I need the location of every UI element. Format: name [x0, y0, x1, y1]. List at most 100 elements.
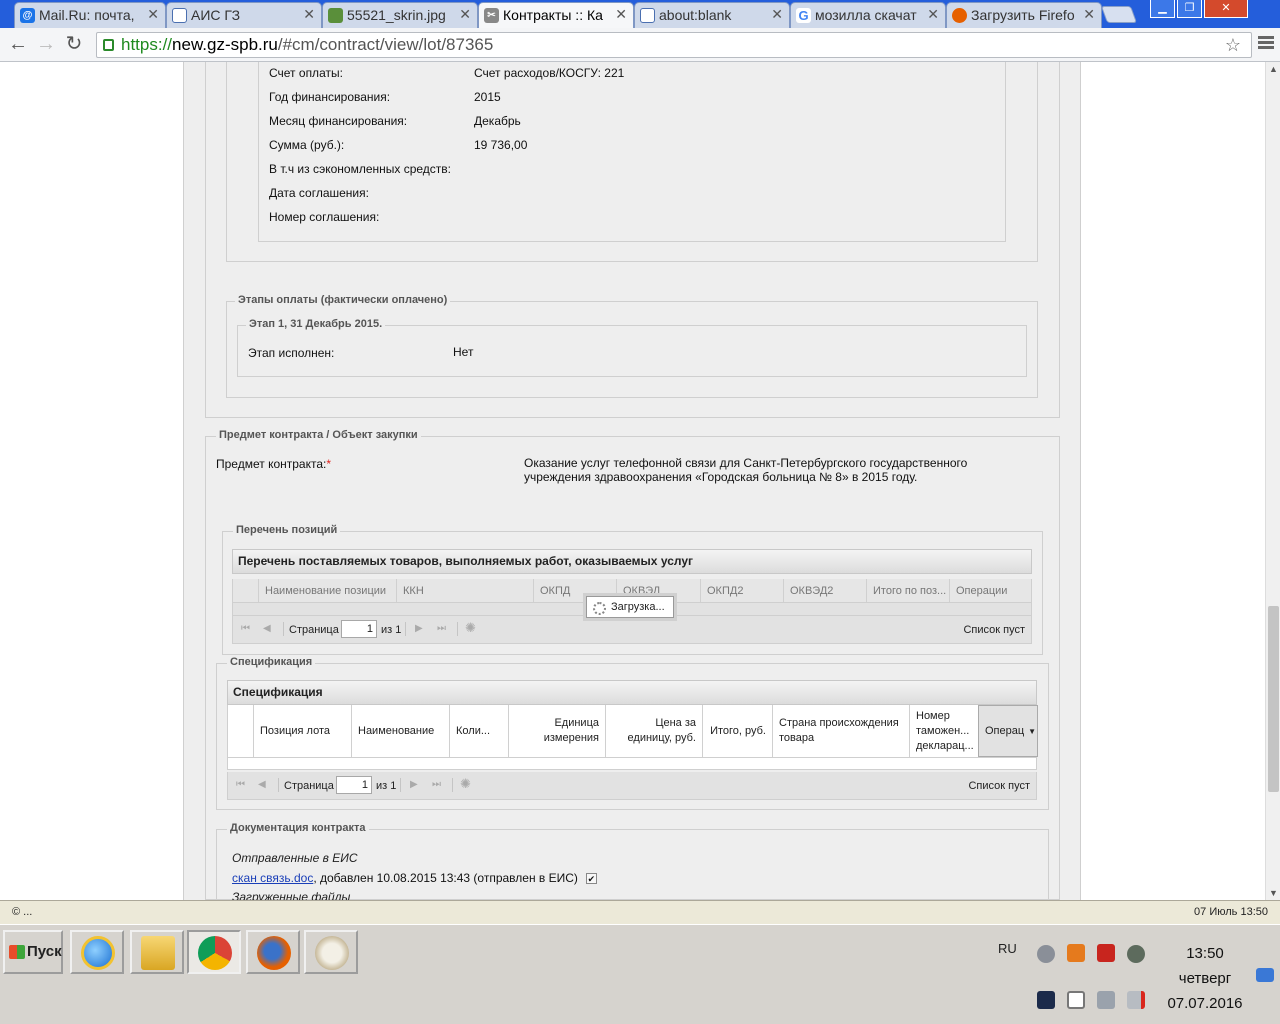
last-page-icon[interactable]: ⏭ — [432, 779, 441, 790]
bookmark-star-icon[interactable]: ☆ — [1225, 33, 1241, 57]
start-button[interactable]: Пуск — [3, 930, 63, 974]
close-icon[interactable]: ✕ — [147, 6, 159, 23]
spec-grid-header: Позиция лота Наименование Коли... Единиц… — [227, 705, 1038, 758]
spec-legend: Спецификация — [227, 656, 316, 668]
browser-tab-strip: @ Mail.Ru: почта, ✕ АИС ГЗ ✕ 55521_skrin… — [0, 0, 1280, 28]
subject-value-line2: учреждения здравоохранения «Городская бо… — [524, 470, 918, 484]
page-input[interactable]: 1 — [341, 620, 377, 638]
scroll-thumb[interactable] — [1268, 606, 1279, 792]
next-page-icon[interactable]: ▶ — [415, 623, 423, 634]
first-page-icon[interactable]: ⏮ — [236, 779, 245, 790]
google-icon: G — [796, 8, 811, 23]
tab-ais-gz[interactable]: АИС ГЗ ✕ — [166, 2, 322, 28]
taskbar-explorer-button[interactable] — [130, 930, 184, 974]
url-host: new.gz-spb.ru — [172, 35, 278, 54]
settings-tray-icon[interactable] — [1037, 945, 1055, 963]
column-header[interactable]: Коли... — [449, 705, 508, 757]
maximize-button[interactable]: ❐ — [1177, 0, 1202, 18]
flag-tray-icon[interactable] — [1067, 991, 1085, 1009]
doc-file-link[interactable]: скан связь.doc — [232, 871, 313, 885]
loading-indicator: Загрузка... — [586, 596, 674, 618]
column-header[interactable]: Операции — [949, 579, 1033, 602]
vertical-scrollbar[interactable]: ▲ ▼ — [1265, 62, 1280, 900]
column-header[interactable]: Номер таможен... декларац... — [909, 705, 978, 757]
system-clock[interactable]: 13:50 четверг 07.07.2016 — [1160, 941, 1250, 1016]
taskbar-ie-button[interactable] — [70, 930, 124, 974]
close-icon[interactable]: ✕ — [1083, 6, 1095, 23]
scroll-down-icon[interactable]: ▼ — [1269, 888, 1278, 898]
prev-page-icon[interactable]: ◀ — [258, 779, 266, 790]
menu-icon[interactable] — [1258, 34, 1274, 54]
taskbar-firefox-button[interactable] — [246, 930, 300, 974]
status-left-text: © ... — [12, 906, 33, 918]
volume-muted-icon[interactable] — [1127, 991, 1145, 1009]
tab-title: Mail.Ru: почта, — [39, 7, 135, 23]
close-icon[interactable]: ✕ — [927, 6, 939, 23]
language-indicator[interactable]: RU — [998, 941, 1017, 956]
display-tray-icon[interactable] — [1037, 991, 1055, 1009]
column-header[interactable]: Итого по поз... — [866, 579, 949, 602]
windows-taskbar: Пуск RU 13:50 четверг 07.07.2016 — [0, 924, 1280, 1024]
close-icon[interactable]: ✕ — [303, 6, 315, 23]
first-page-icon[interactable]: ⏮ — [241, 623, 250, 634]
tab-firefox-download[interactable]: Загрузить Firefo ✕ — [946, 2, 1102, 28]
prev-page-icon[interactable]: ◀ — [263, 623, 271, 634]
internet-explorer-icon — [81, 936, 115, 970]
column-header[interactable]: Итого, руб. — [702, 705, 772, 757]
sent-checkbox[interactable]: ✔ — [585, 873, 597, 885]
document-icon — [640, 8, 655, 23]
tab-google-search[interactable]: G мозилла скачат ✕ — [790, 2, 946, 28]
page-count: из 1 — [381, 624, 402, 636]
close-window-button[interactable]: ✕ — [1204, 0, 1248, 18]
close-icon[interactable]: ✕ — [615, 6, 627, 23]
refresh-icon[interactable]: ✺ — [465, 620, 476, 636]
column-header[interactable]: Наименование — [351, 705, 449, 757]
show-desktop-icon[interactable] — [1256, 968, 1274, 982]
firefox-icon — [952, 8, 967, 23]
tab-title: АИС ГЗ — [191, 7, 241, 23]
operations-menu-header[interactable]: Операц ▼ — [978, 705, 1038, 757]
doc-file-row: скан связь.doc, добавлен 10.08.2015 13:4… — [232, 871, 597, 885]
column-header[interactable]: Наименование позиции — [258, 579, 396, 602]
close-icon[interactable]: ✕ — [459, 6, 471, 23]
next-page-icon[interactable]: ▶ — [410, 779, 418, 790]
required-mark: * — [326, 457, 332, 471]
doc-file-info: , добавлен 10.08.2015 13:43 (отправлен в… — [313, 871, 578, 885]
last-page-icon[interactable]: ⏭ — [437, 623, 446, 634]
column-header[interactable]: Страна происхождения товара — [772, 705, 909, 757]
stage-legend: Этап 1, 31 Декабрь 2015. — [246, 318, 386, 330]
back-icon[interactable]: ← — [6, 32, 30, 56]
positions-pager: ⏮ ◀ Страница 1 из 1 ▶ ⏭ ✺ Список пуст — [232, 616, 1032, 644]
taskbar-paint-button[interactable] — [304, 930, 358, 974]
forward-icon[interactable]: → — [34, 32, 58, 56]
update-tray-icon[interactable] — [1127, 945, 1145, 963]
acrobat-tray-icon[interactable] — [1097, 944, 1115, 962]
refresh-icon[interactable]: ✺ — [460, 776, 471, 792]
finance-value: 2015 — [474, 90, 501, 104]
taskbar-chrome-button[interactable] — [187, 930, 241, 974]
column-header[interactable]: Цена за единицу, руб. — [605, 705, 702, 757]
reload-icon[interactable]: ↻ — [62, 32, 86, 56]
start-label: Пуск — [27, 943, 62, 960]
scroll-up-icon[interactable]: ▲ — [1269, 64, 1278, 74]
tab-mail-ru[interactable]: @ Mail.Ru: почта, ✕ — [14, 2, 166, 28]
close-icon[interactable]: ✕ — [771, 6, 783, 23]
tab-about-blank[interactable]: about:blank ✕ — [634, 2, 790, 28]
column-header[interactable]: ОКВЭД2 — [783, 579, 866, 602]
java-tray-icon[interactable] — [1067, 944, 1085, 962]
column-header[interactable]: Единица измерения — [508, 705, 605, 757]
spec-pager: ⏮ ◀ Страница 1 из 1 ▶ ⏭ ✺ Список пуст — [227, 772, 1037, 800]
url-scheme: https:// — [121, 35, 173, 54]
column-header[interactable]: ККН — [396, 579, 532, 602]
tab-image[interactable]: 55521_skrin.jpg ✕ — [322, 2, 478, 28]
tab-contracts[interactable]: ✂ Контракты :: Ка ✕ — [478, 2, 634, 28]
column-header[interactable]: Позиция лота — [253, 705, 351, 757]
minimize-button[interactable]: ▁ — [1150, 0, 1175, 18]
new-tab-button[interactable] — [1100, 6, 1138, 23]
firefox-icon — [257, 936, 291, 970]
page-input[interactable]: 1 — [336, 776, 372, 794]
address-bar[interactable]: https://new.gz-spb.ru/#cm/contract/view/… — [96, 32, 1252, 58]
status-bar: © ... 07 Июль 13:50 — [0, 900, 1280, 924]
network-tray-icon[interactable] — [1097, 991, 1115, 1009]
column-header[interactable]: ОКПД2 — [700, 579, 783, 602]
